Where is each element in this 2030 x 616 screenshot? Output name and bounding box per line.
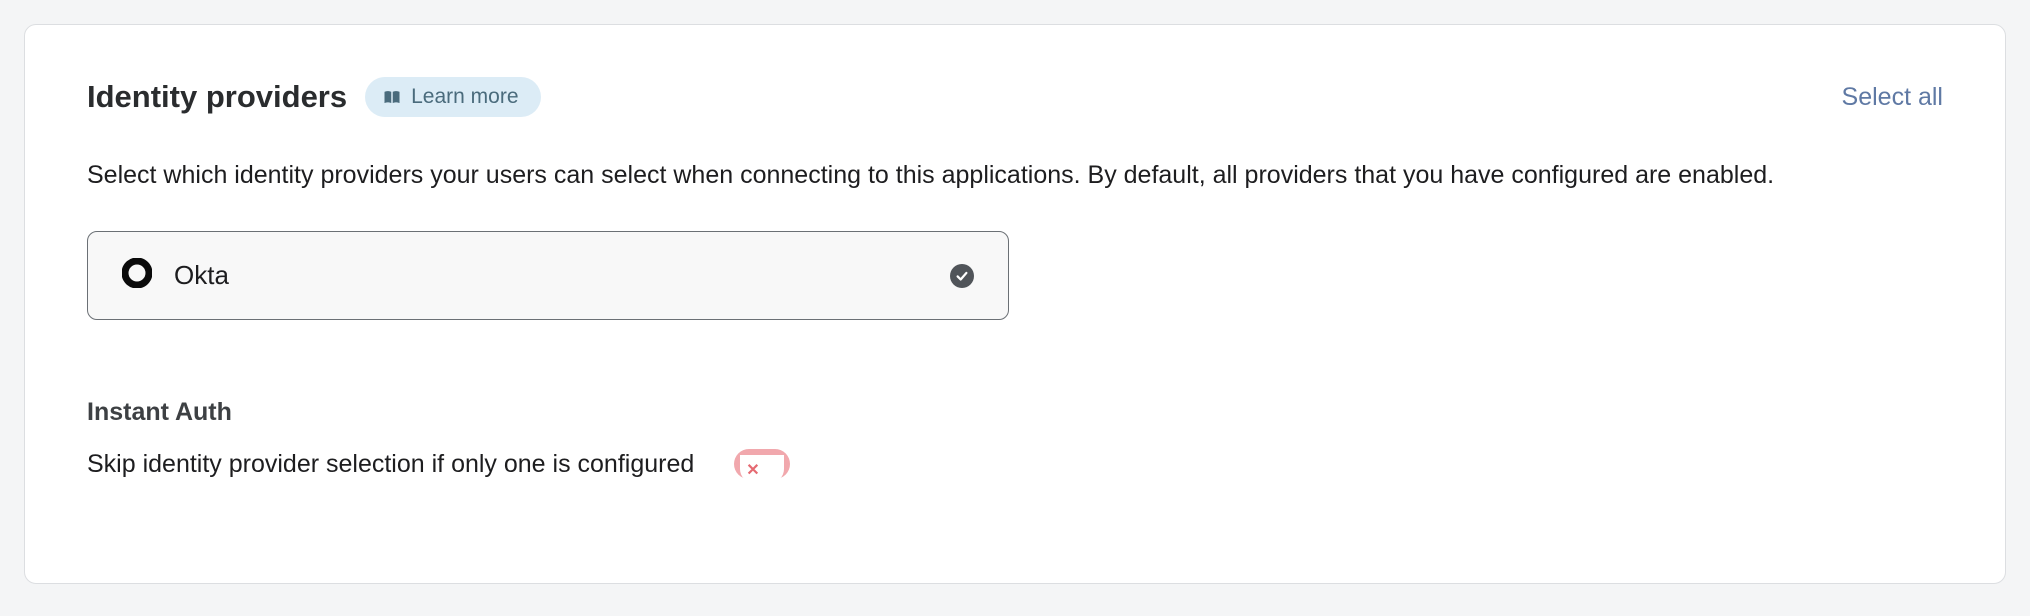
close-icon: ✕: [746, 460, 759, 480]
instant-auth-section: Instant Auth Skip identity provider sele…: [87, 398, 1943, 479]
header-row: Identity providers Learn more Select all: [87, 77, 1943, 117]
instant-auth-toggle[interactable]: ✕: [734, 449, 790, 479]
provider-name: Okta: [174, 260, 229, 291]
learn-more-label: Learn more: [411, 85, 518, 109]
identity-providers-card: Identity providers Learn more Select all…: [24, 24, 2006, 584]
checkmark-icon: [950, 264, 974, 288]
instant-auth-label: Skip identity provider selection if only…: [87, 450, 694, 479]
instant-auth-heading: Instant Auth: [87, 398, 1943, 427]
header-left: Identity providers Learn more: [87, 77, 541, 117]
book-icon: [383, 89, 401, 105]
section-description: Select which identity providers your use…: [87, 157, 1943, 193]
provider-left: Okta: [122, 258, 229, 293]
learn-more-button[interactable]: Learn more: [365, 77, 540, 117]
okta-logo-icon: [122, 258, 152, 293]
provider-okta[interactable]: Okta: [87, 231, 1009, 320]
select-all-button[interactable]: Select all: [1842, 83, 1943, 112]
instant-auth-row: Skip identity provider selection if only…: [87, 449, 1943, 479]
section-title: Identity providers: [87, 79, 347, 115]
